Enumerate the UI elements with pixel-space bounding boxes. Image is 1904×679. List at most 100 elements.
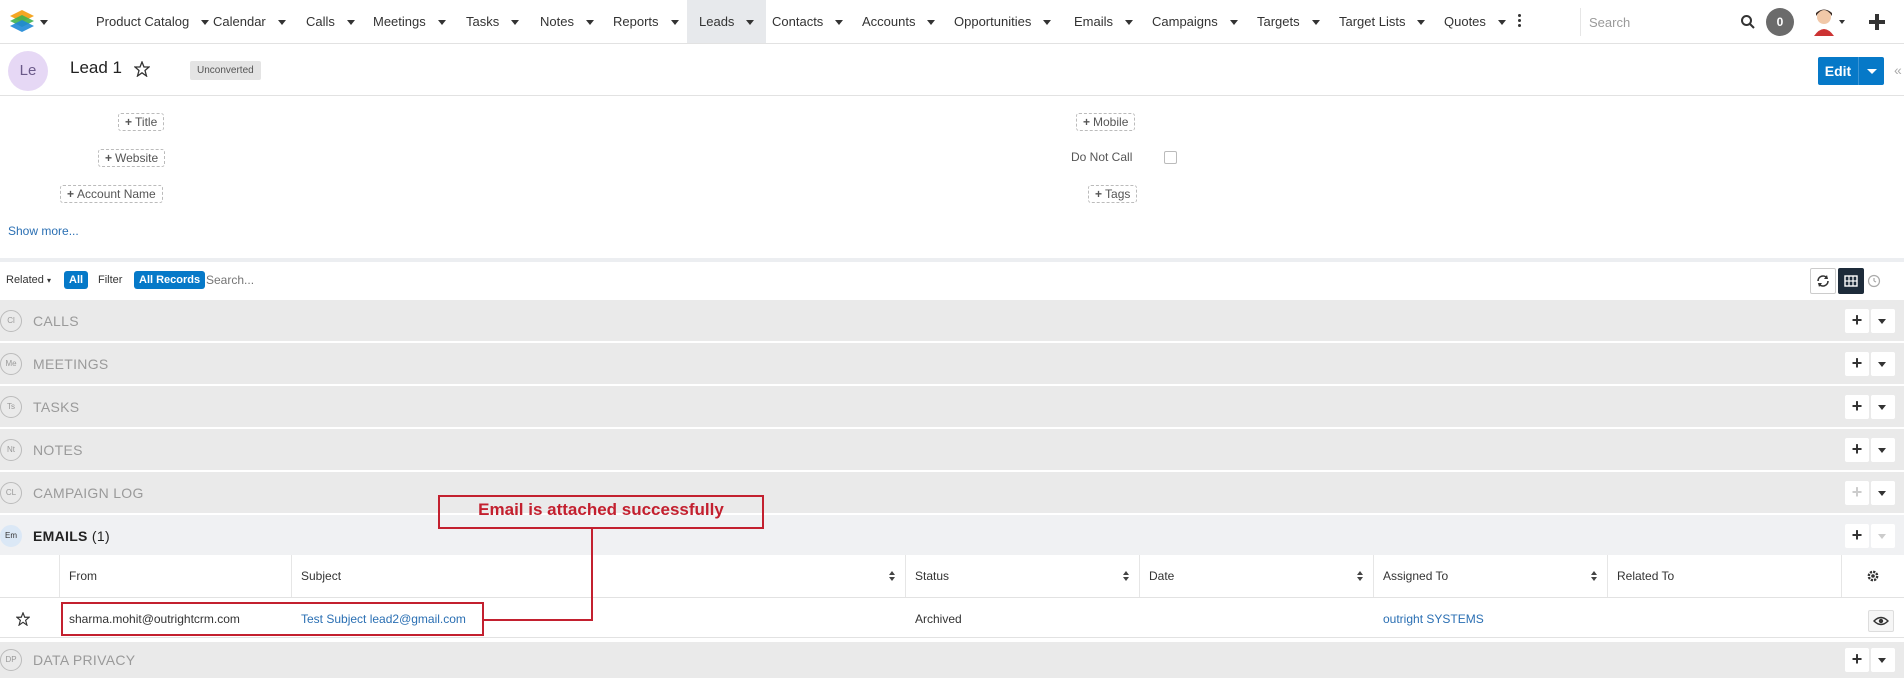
plus-icon: +: [1083, 115, 1091, 129]
nav-campaigns[interactable]: Campaigns: [1152, 0, 1238, 43]
related-all-badge[interactable]: All: [64, 271, 89, 289]
column-header-status[interactable]: Status: [915, 555, 949, 597]
do-not-call-label: Do Not Call: [1071, 150, 1133, 164]
chevron-down-icon[interactable]: [1867, 69, 1877, 74]
favorite-star-icon[interactable]: [16, 612, 30, 626]
stack-logo-icon: [10, 10, 48, 32]
app-logo-menu[interactable]: [8, 9, 52, 35]
sort-icon[interactable]: [1123, 571, 1129, 581]
tasks-actions-dropdown[interactable]: [1871, 395, 1895, 419]
nav-tasks[interactable]: Tasks: [466, 0, 520, 43]
edit-button-label[interactable]: Edit: [1818, 57, 1858, 85]
refresh-icon: [1817, 275, 1829, 287]
nav-emails[interactable]: Emails: [1074, 0, 1134, 43]
campaign-log-actions-dropdown[interactable]: [1871, 481, 1895, 505]
gear-icon[interactable]: [1866, 569, 1880, 583]
grid-view-button[interactable]: [1838, 268, 1864, 294]
nav-targets[interactable]: Targets: [1257, 0, 1320, 43]
sort-icon[interactable]: [1591, 571, 1597, 581]
add-meeting-button[interactable]: +: [1845, 352, 1869, 376]
filter-label: Filter: [98, 274, 123, 286]
add-website-field[interactable]: + Website: [98, 149, 166, 167]
nav-meetings[interactable]: Meetings: [373, 0, 446, 43]
notes-actions-dropdown[interactable]: [1871, 438, 1895, 462]
section-title[interactable]: TASKS: [33, 399, 79, 415]
do-not-call-checkbox[interactable]: [1164, 151, 1177, 164]
favorite-star-icon[interactable]: [134, 61, 150, 77]
related-search-input[interactable]: [206, 267, 1746, 293]
chevron-down-icon: [437, 20, 446, 26]
filter-all-records-badge[interactable]: All Records: [134, 271, 206, 289]
notes-section[interactable]: Nt NOTES +: [0, 429, 1904, 471]
meetings-section[interactable]: Me MEETINGS +: [0, 343, 1904, 385]
nav-quotes[interactable]: Quotes: [1444, 0, 1506, 43]
emails-section[interactable]: Em EMAILS (1) +: [0, 515, 1904, 557]
section-title[interactable]: DATA PRIVACY: [33, 652, 135, 668]
column-divider: [905, 555, 906, 597]
add-tags-field[interactable]: + Tags: [1088, 185, 1138, 203]
data-privacy-actions-dropdown[interactable]: [1871, 648, 1895, 672]
data-privacy-section[interactable]: DP DATA PRIVACY +: [0, 642, 1904, 679]
record-title: Lead 1: [70, 58, 122, 77]
email-assigned-to-link[interactable]: outright SYSTEMS: [1383, 600, 1484, 638]
column-divider: [1607, 555, 1608, 597]
more-menu-icon[interactable]: [1518, 14, 1522, 28]
meetings-actions-dropdown[interactable]: [1871, 352, 1895, 376]
nav-opportunities[interactable]: Opportunities: [954, 0, 1052, 43]
column-header-related-to[interactable]: Related To: [1617, 555, 1674, 597]
calls-actions-dropdown[interactable]: [1871, 309, 1895, 333]
global-search-input[interactable]: [1589, 10, 1739, 34]
column-header-subject[interactable]: Subject: [301, 555, 341, 597]
section-title[interactable]: EMAILS (1): [33, 528, 110, 544]
nav-leads[interactable]: Leads: [687, 0, 767, 43]
related-dropdown[interactable]: Related ▾: [6, 274, 51, 286]
column-header-assigned-to[interactable]: Assigned To: [1383, 555, 1448, 597]
chevron-down-icon: [585, 20, 594, 26]
add-account-name-field[interactable]: + Account Name: [60, 185, 163, 203]
section-title[interactable]: NOTES: [33, 442, 83, 458]
nav-accounts[interactable]: Accounts: [862, 0, 936, 43]
sort-icon[interactable]: [1357, 571, 1363, 581]
section-title[interactable]: CAMPAIGN LOG: [33, 485, 144, 501]
add-mobile-field[interactable]: + Mobile: [1076, 113, 1136, 131]
nav-product-catalog[interactable]: Product Catalog: [96, 0, 210, 43]
calls-section[interactable]: Cl CALLS +: [0, 300, 1904, 342]
add-task-button[interactable]: +: [1845, 395, 1869, 419]
add-call-button[interactable]: +: [1845, 309, 1869, 333]
column-header-from[interactable]: From: [69, 555, 97, 597]
add-title-field[interactable]: + Title: [118, 113, 165, 131]
collapse-panel-icon[interactable]: «: [1894, 62, 1902, 78]
add-email-button[interactable]: +: [1845, 524, 1869, 548]
notification-count-badge[interactable]: 0: [1766, 8, 1794, 36]
chevron-down-icon: [1497, 20, 1506, 26]
show-more-link[interactable]: Show more...: [8, 224, 79, 238]
campaign-log-section[interactable]: CL CAMPAIGN LOG +: [0, 472, 1904, 514]
plus-icon: +: [105, 151, 113, 165]
user-avatar-icon[interactable]: [1812, 6, 1846, 38]
chevron-down-icon: [1311, 20, 1320, 26]
quick-create-plus-icon[interactable]: [1868, 13, 1886, 31]
clock-icon[interactable]: [1867, 274, 1881, 288]
record-avatar: Le: [8, 51, 48, 91]
tasks-section[interactable]: Ts TASKS +: [0, 386, 1904, 428]
column-header-date[interactable]: Date: [1149, 555, 1174, 597]
preview-button[interactable]: [1868, 610, 1894, 632]
grid-icon: [1844, 275, 1858, 287]
nav-notes[interactable]: Notes: [540, 0, 594, 43]
column-divider: [291, 555, 292, 597]
edit-button[interactable]: Edit: [1818, 57, 1884, 85]
add-data-privacy-button[interactable]: +: [1845, 648, 1869, 672]
chevron-down-icon: [1125, 20, 1134, 26]
nav-reports[interactable]: Reports: [613, 0, 679, 43]
data-privacy-icon: DP: [0, 649, 22, 671]
nav-target-lists[interactable]: Target Lists: [1339, 0, 1426, 43]
section-title[interactable]: CALLS: [33, 313, 79, 329]
section-title[interactable]: MEETINGS: [33, 356, 109, 372]
search-icon[interactable]: [1740, 14, 1756, 30]
nav-contacts[interactable]: Contacts: [772, 0, 844, 43]
refresh-button[interactable]: [1810, 268, 1836, 294]
nav-calls[interactable]: Calls: [306, 0, 355, 43]
nav-calendar[interactable]: Calendar: [213, 0, 286, 43]
add-note-button[interactable]: +: [1845, 438, 1869, 462]
sort-icon[interactable]: [889, 571, 895, 581]
